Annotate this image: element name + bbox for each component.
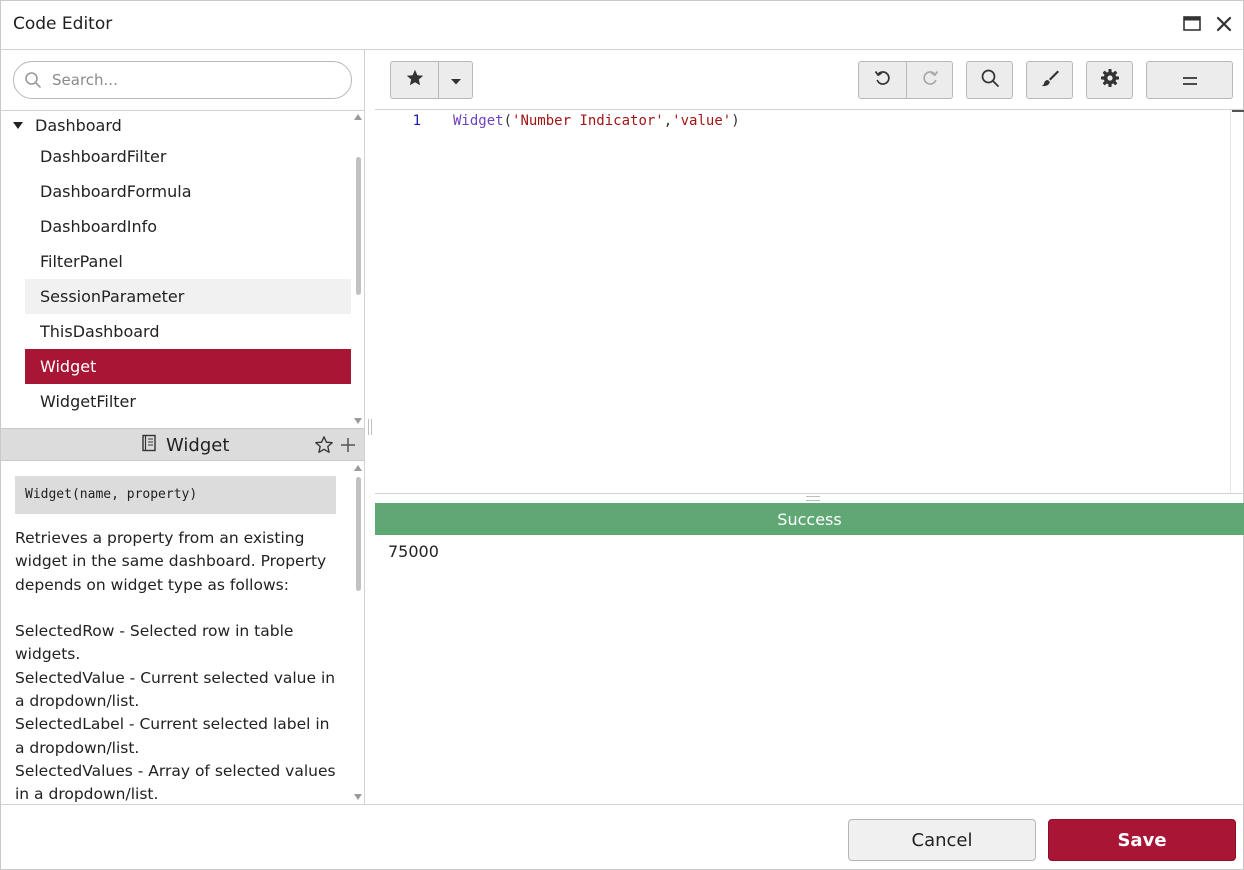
tree-item-label: DashboardInfo — [40, 217, 158, 236]
tree-item-label: DashboardFormula — [40, 182, 192, 201]
format-button[interactable] — [1026, 61, 1073, 99]
favorite-button[interactable] — [390, 61, 439, 99]
doc-paragraph: SelectedRow - Selected row in table widg… — [15, 622, 294, 664]
redo-button[interactable] — [906, 61, 953, 99]
paragraph-spacer — [15, 597, 340, 620]
doc-header: Widget — [1, 428, 364, 461]
find-button[interactable] — [966, 61, 1013, 99]
code-paren-open: ( — [503, 113, 513, 129]
tree-item-filterpanel[interactable]: FilterPanel — [25, 244, 351, 279]
tree-item-label: WidgetFilter — [40, 392, 136, 411]
redo-icon — [921, 69, 939, 91]
paint-brush-icon — [1040, 68, 1060, 92]
function-description: Retrieves a property from an existing wi… — [15, 527, 340, 804]
scroll-thumb[interactable] — [356, 157, 361, 295]
doc-paragraph: SelectedLabel - Current selected label i… — [15, 715, 330, 757]
horizontal-splitter[interactable] — [375, 493, 1244, 503]
editor-scrollbar[interactable] — [1230, 110, 1244, 493]
code-string-token: 'value' — [672, 113, 732, 129]
tree-item-label: SessionParameter — [40, 287, 185, 306]
tree-scrollbar[interactable] — [354, 111, 362, 428]
search-icon — [980, 68, 1000, 92]
book-icon — [140, 434, 158, 456]
favorite-dropdown-button[interactable] — [438, 61, 473, 99]
code-line[interactable]: 1 Widget('Number Indicator','value') — [375, 111, 740, 131]
code-paren-close: ) — [731, 113, 740, 129]
doc-body: Widget(name, property) Retrieves a prope… — [1, 461, 364, 804]
gear-icon — [1100, 68, 1120, 92]
dialog-title: Code Editor — [13, 14, 113, 34]
status-bar: Success — [375, 503, 1244, 535]
function-browser-pane: Dashboard DashboardFilter DashboardFormul… — [1, 50, 365, 804]
tree-node-label: Dashboard — [35, 115, 122, 135]
doc-paragraph: Retrieves a property from an existing wi… — [15, 529, 327, 594]
scroll-down-icon[interactable] — [354, 794, 362, 800]
code-text[interactable]: Widget('Number Indicator','value') — [453, 113, 740, 129]
scroll-up-icon[interactable] — [354, 114, 362, 120]
undo-button[interactable] — [858, 61, 907, 99]
menu-button[interactable] — [1146, 61, 1233, 99]
vertical-splitter-handle[interactable] — [367, 419, 373, 435]
code-comma: , — [663, 113, 673, 129]
window-maximize-icon[interactable] — [1181, 13, 1203, 35]
scroll-thumb[interactable] — [356, 477, 361, 591]
tree-item-widgetfilter[interactable]: WidgetFilter — [25, 384, 351, 419]
code-editor-dialog: Code Editor Dashboard DashboardFilterDas… — [0, 0, 1244, 870]
tree-item-widget[interactable]: Widget — [25, 349, 351, 384]
code-function-token: Widget — [453, 113, 504, 129]
doc-title: Widget — [166, 434, 230, 456]
search-input[interactable] — [52, 68, 342, 92]
cancel-button[interactable]: Cancel — [848, 819, 1036, 861]
tree-item-dashboardinfo[interactable]: DashboardInfo — [25, 209, 351, 244]
tree-item-label: DashboardFilter — [40, 147, 167, 166]
search-box[interactable] — [13, 61, 352, 99]
save-button[interactable]: Save — [1048, 819, 1236, 861]
scroll-up-icon[interactable] — [354, 465, 362, 471]
title-bar: Code Editor — [1, 1, 1244, 50]
caret-down-icon[interactable] — [13, 121, 23, 129]
search-icon — [24, 71, 42, 89]
tree-item-sessionparameter[interactable]: SessionParameter — [25, 279, 351, 314]
favorite-star-icon[interactable] — [314, 435, 334, 455]
tree-item-dashboardfilter[interactable]: DashboardFilter — [25, 139, 351, 174]
hamburger-icon — [1182, 71, 1198, 90]
line-number: 1 — [412, 113, 421, 129]
add-icon[interactable] — [339, 435, 357, 455]
star-icon — [405, 68, 425, 92]
tree-item-thisdashboard[interactable]: ThisDashboard — [25, 314, 351, 349]
tree-item-label: Widget — [40, 357, 97, 376]
doc-scrollbar[interactable] — [354, 461, 362, 804]
doc-paragraph: SelectedValue - Current selected value i… — [15, 668, 336, 711]
result-value: 75000 — [388, 542, 439, 561]
cursor-position-marker — [1232, 110, 1244, 112]
scroll-down-icon[interactable] — [354, 418, 362, 424]
settings-button[interactable] — [1086, 61, 1133, 99]
dialog-footer: Cancel Save — [1, 804, 1244, 870]
doc-paragraph: SelectedValues - Array of selected value… — [15, 761, 336, 804]
tree-item-label: ThisDashboard — [40, 322, 160, 341]
splitter-grip-icon[interactable] — [806, 496, 820, 501]
editor-toolbar — [375, 50, 1244, 110]
tree-item-dashboardformula[interactable]: DashboardFormula — [25, 174, 351, 209]
caret-down-icon — [450, 71, 462, 90]
code-editor[interactable]: 1 Widget('Number Indicator','value') — [375, 110, 1231, 493]
function-tree: Dashboard DashboardFilter DashboardFormul… — [1, 110, 365, 428]
tree-node-dashboard[interactable]: Dashboard — [11, 112, 122, 138]
close-icon[interactable] — [1213, 13, 1235, 35]
function-signature: Widget(name, property) — [15, 476, 336, 514]
code-string-token: 'Number Indicator' — [512, 113, 664, 129]
tree-item-label: FilterPanel — [40, 252, 123, 271]
undo-icon — [874, 69, 892, 91]
